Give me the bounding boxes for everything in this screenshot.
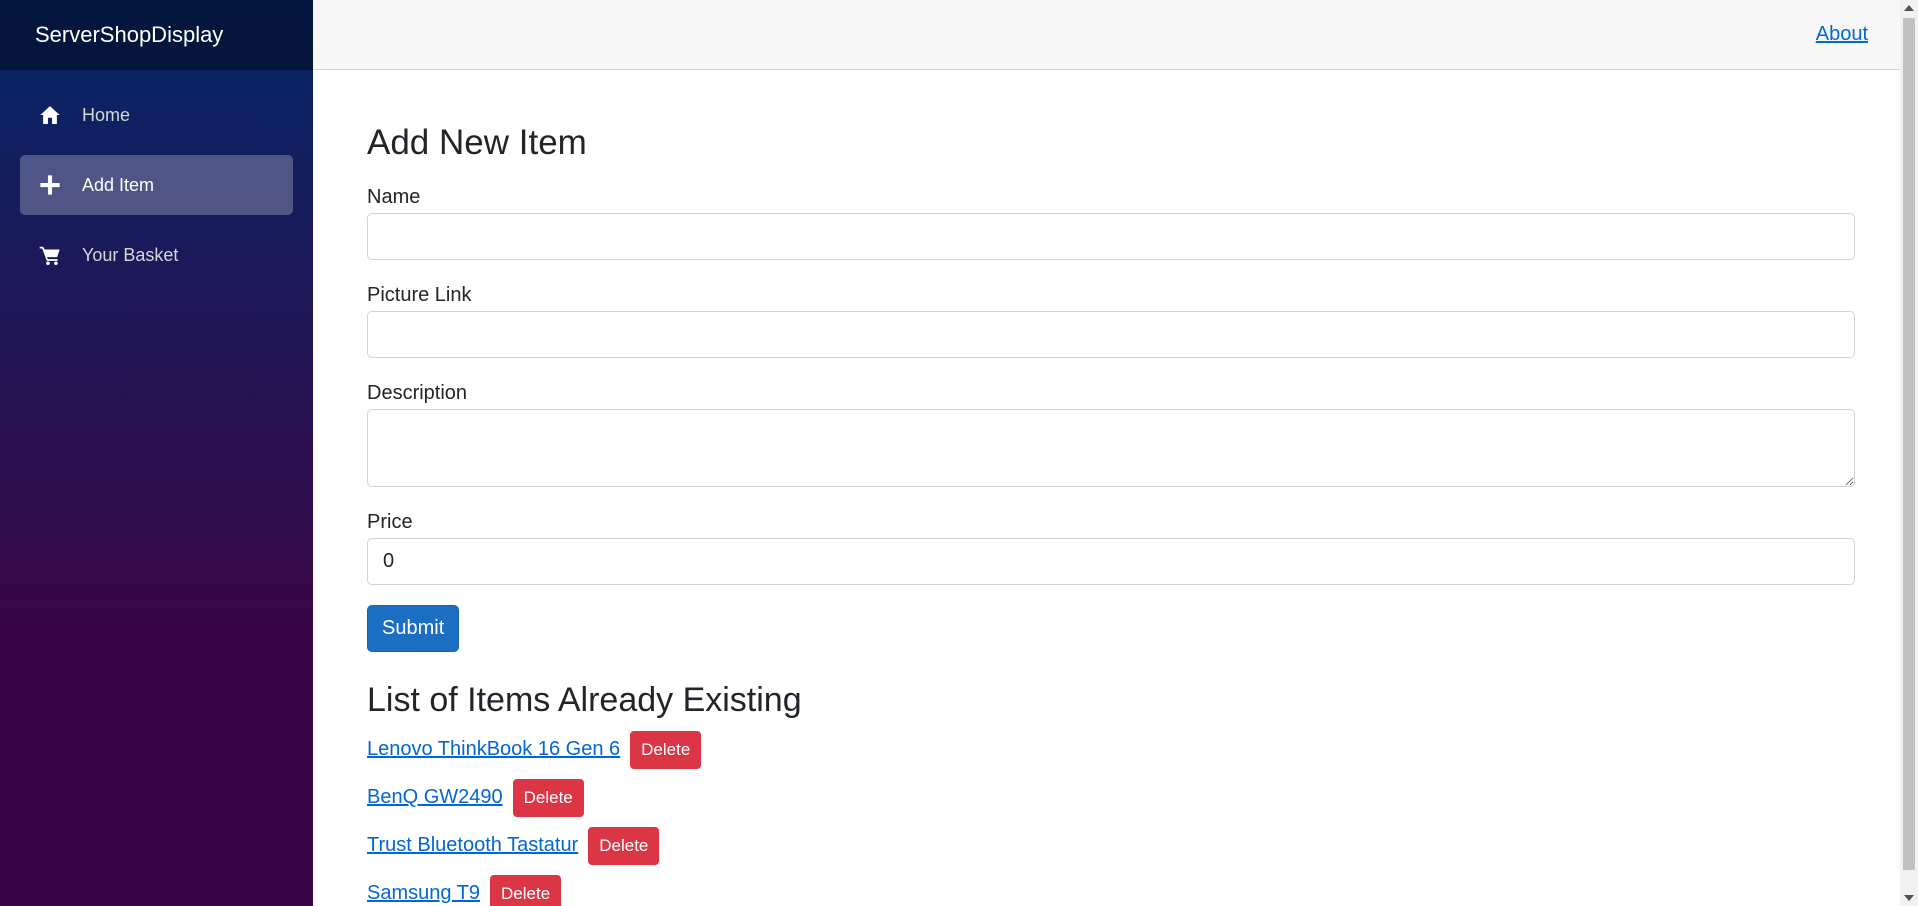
item-link[interactable]: Lenovo ThinkBook 16 Gen 6	[367, 738, 620, 761]
sidebar-item-label: Your Basket	[82, 244, 179, 265]
list-item: BenQ GW2490 Delete	[367, 778, 1855, 817]
about-link[interactable]: About	[1816, 23, 1868, 46]
sidebar-nav: Home Add Item Your Basket	[0, 70, 313, 285]
app-root: ServerShopDisplay Home Add Item Your Bas…	[0, 0, 1918, 906]
main-content: Add New Item Name Picture Link Descripti…	[367, 70, 1855, 906]
submit-button[interactable]: Submit	[367, 605, 460, 652]
brand-bar: ServerShopDisplay	[0, 0, 313, 70]
description-field-group: Description	[367, 382, 1855, 487]
page-title: Add New Item	[367, 123, 587, 162]
item-link[interactable]: BenQ GW2490	[367, 786, 503, 809]
scroll-down-arrow-icon[interactable]	[1904, 895, 1914, 901]
brand-link[interactable]: ServerShopDisplay	[35, 22, 223, 48]
list-item: Trust Bluetooth Tastatur Delete	[367, 826, 1855, 865]
items-list-title: List of Items Already Existing	[367, 681, 802, 719]
item-link[interactable]: Samsung T9	[367, 882, 480, 905]
plus-icon	[38, 173, 62, 197]
items-list: Lenovo ThinkBook 16 Gen 6 Delete BenQ GW…	[367, 730, 1855, 906]
sidebar-item-add-item[interactable]: Add Item	[20, 155, 293, 215]
picture-link-label: Picture Link	[367, 284, 472, 306]
delete-button[interactable]: Delete	[490, 874, 562, 906]
delete-button[interactable]: Delete	[588, 826, 660, 865]
sidebar-item-label: Add Item	[82, 174, 155, 195]
sidebar-item-your-basket[interactable]: Your Basket	[20, 225, 293, 285]
name-input[interactable]	[367, 213, 1855, 260]
delete-button[interactable]: Delete	[630, 730, 702, 769]
sidebar: ServerShopDisplay Home Add Item Your Bas…	[0, 0, 313, 906]
name-field-group: Name	[367, 186, 1855, 260]
cart-icon	[38, 243, 62, 267]
price-label: Price	[367, 511, 413, 533]
scroll-thumb[interactable]	[1903, 18, 1915, 870]
picture-link-input[interactable]	[367, 311, 1855, 358]
price-input[interactable]	[367, 538, 1855, 585]
sidebar-item-home[interactable]: Home	[20, 85, 293, 145]
description-textarea[interactable]	[367, 409, 1855, 487]
delete-button[interactable]: Delete	[512, 778, 584, 817]
item-link[interactable]: Trust Bluetooth Tastatur	[367, 834, 578, 857]
name-label: Name	[367, 186, 421, 208]
price-field-group: Price	[367, 511, 1855, 585]
home-icon	[38, 103, 62, 127]
top-row: About	[313, 0, 1900, 70]
sidebar-item-label: Home	[82, 104, 131, 125]
description-label: Description	[367, 382, 468, 404]
scroll-up-arrow-icon[interactable]	[1904, 5, 1914, 11]
picture-link-field-group: Picture Link	[367, 284, 1855, 358]
vertical-scrollbar[interactable]	[1900, 0, 1918, 906]
list-item: Samsung T9 Delete	[367, 874, 1855, 906]
list-item: Lenovo ThinkBook 16 Gen 6 Delete	[367, 730, 1855, 769]
